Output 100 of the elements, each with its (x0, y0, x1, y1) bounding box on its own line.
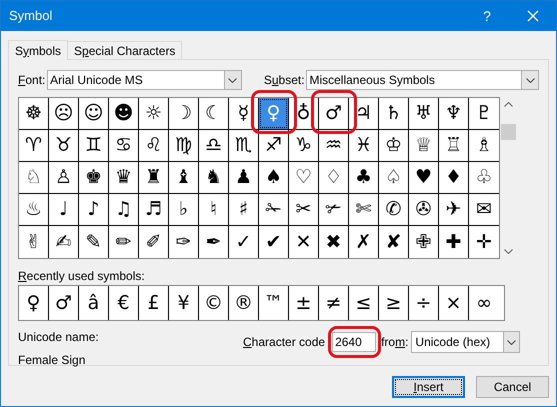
symbol-cell[interactable]: ✄ (349, 194, 378, 225)
symbol-cell[interactable]: ✔ (259, 226, 288, 258)
symbol-cell[interactable]: ✎ (79, 226, 108, 258)
symbol-cell[interactable]: ♃ (349, 98, 378, 129)
symbol-cell[interactable]: ♤ (379, 162, 408, 193)
subset-label: Subset: (264, 72, 306, 89)
symbol-cell[interactable]: ✍ (49, 226, 78, 258)
scroll-up-icon[interactable] (504, 102, 512, 107)
symbol-cell[interactable]: ♎ (199, 130, 228, 161)
font-dropdown[interactable]: Arial Unicode MS (47, 70, 242, 90)
symbol-cell[interactable]: ♌ (139, 130, 168, 161)
symbol-cell[interactable]: ♛ (109, 162, 138, 193)
dialog-button[interactable]: Insert (392, 376, 465, 398)
unicode-name-label: Unicode name: (18, 329, 99, 346)
scroll-down-icon[interactable] (504, 249, 512, 254)
symbol-cell[interactable]: ♭ (169, 194, 198, 225)
symbol-cell[interactable]: ♝ (169, 162, 198, 193)
symbol-cell[interactable]: ♢ (319, 162, 348, 193)
symbol-cell[interactable]: ♘ (19, 162, 48, 193)
symbol-cell[interactable]: ♄ (379, 98, 408, 129)
symbol-cell[interactable]: ♁ (289, 98, 318, 129)
symbol-cell[interactable]: ♪ (79, 194, 108, 225)
symbol-cell[interactable]: ♣ (349, 162, 378, 193)
symbol-cell[interactable]: ♮ (199, 194, 228, 225)
symbol-cell[interactable]: ✏ (109, 226, 138, 258)
symbol-cell[interactable]: ♐ (259, 130, 288, 161)
symbol-cell[interactable]: ✘ (379, 226, 408, 258)
symbol-cell[interactable]: ✖ (319, 226, 348, 258)
symbol-cell[interactable]: ♕ (409, 130, 438, 161)
symbol-cell[interactable]: ♩ (49, 194, 78, 225)
symbol-cell[interactable]: ♓ (349, 130, 378, 161)
symbol-cell[interactable]: ✓ (229, 226, 258, 258)
symbol-cell[interactable]: ♇ (469, 98, 499, 129)
symbol-cell[interactable]: ✆ (379, 194, 408, 225)
symbol-cell[interactable]: ✈ (439, 194, 468, 225)
symbol-cell[interactable]: ♬ (139, 194, 168, 225)
symbol-cell[interactable]: ♚ (79, 162, 108, 193)
symbol-cell[interactable]: ☺ (79, 98, 108, 129)
symbol-cell[interactable]: ♟ (229, 162, 258, 193)
symbol-cell[interactable]: ✌ (19, 226, 48, 258)
symbol-cell[interactable]: ✚ (439, 226, 468, 258)
symbol-cell[interactable]: ♧ (469, 162, 499, 193)
symbol-cell[interactable]: ✁ (259, 194, 288, 225)
symbol-cell[interactable]: ☼ (139, 98, 168, 129)
subset-dropdown[interactable]: Miscellaneous Symbols (306, 70, 539, 90)
symbol-cell[interactable]: ☿ (229, 98, 258, 129)
symbol-cell[interactable]: ✃ (319, 194, 348, 225)
symbol-cell[interactable]: ✉ (469, 194, 499, 225)
symbol-cell[interactable]: ♔ (379, 130, 408, 161)
symbol-cell[interactable]: ♠ (259, 162, 288, 193)
chevron-down-icon (507, 340, 516, 344)
dialog-button[interactable]: Cancel (476, 376, 549, 398)
tab[interactable]: Special Characters (67, 41, 182, 59)
symbol-cell[interactable]: ♅ (409, 98, 438, 129)
chevron-down-icon (228, 78, 238, 82)
symbol-cell[interactable]: ♫ (109, 194, 138, 225)
symbol-cell[interactable]: ♍ (169, 130, 198, 161)
symbol-cell[interactable]: ♖ (439, 130, 468, 161)
symbol-cell[interactable]: ♦ (439, 162, 468, 193)
symbol-cell[interactable]: ✂ (289, 194, 318, 225)
symbol-cell[interactable]: ♥ (409, 162, 438, 193)
symbol-cell[interactable]: ✙ (409, 226, 438, 258)
symbol-cell[interactable]: ♆ (439, 98, 468, 129)
symbol-cell[interactable]: ♜ (139, 162, 168, 193)
symbol-cell[interactable]: ♂ (319, 98, 348, 129)
symbol-cell[interactable]: ✕ (289, 226, 318, 258)
symbol-cell[interactable]: ♯ (229, 194, 258, 225)
character-code-label: Character code (243, 334, 326, 351)
symbol-cell[interactable]: ☸ (19, 98, 48, 129)
symbol-cell[interactable]: ✇ (409, 194, 438, 225)
symbol-cell[interactable]: ♈ (19, 130, 48, 161)
symbol-cell[interactable]: ☻ (109, 98, 138, 129)
recent-symbols-label: Recently used symbols: (18, 268, 145, 282)
symbol-cell[interactable]: ✒ (199, 226, 228, 258)
symbol-cell[interactable]: ♏ (229, 130, 258, 161)
symbol-cell[interactable]: ♡ (289, 162, 318, 193)
symbol-cell[interactable]: ♗ (469, 130, 499, 161)
symbol-cell[interactable]: ✗ (349, 226, 378, 258)
recent-symbol[interactable]: ∞ (469, 286, 499, 320)
symbol-cell[interactable]: ✑ (169, 226, 198, 258)
symbol-cell[interactable]: ☽ (169, 98, 198, 129)
symbol-cell[interactable]: ✛ (469, 226, 499, 258)
scrollbar-thumb[interactable] (500, 124, 516, 140)
symbol-cell[interactable]: ♒ (319, 130, 348, 161)
symbol-cell[interactable]: ♑ (289, 130, 318, 161)
symbol-cell[interactable]: ♉ (49, 130, 78, 161)
help-button[interactable]: ? (464, 1, 510, 31)
window-title: Symbol (9, 7, 54, 26)
symbol-cell[interactable]: ♙ (49, 162, 78, 193)
symbol-cell[interactable]: ☾ (199, 98, 228, 129)
symbol-cell[interactable]: ☹ (49, 98, 78, 129)
character-code-field[interactable]: 2640 (332, 332, 376, 352)
symbol-cell[interactable]: ♊ (79, 130, 108, 161)
from-label: from: (381, 334, 408, 351)
encoding-dropdown[interactable]: Unicode (hex) (411, 331, 520, 353)
symbol-cell[interactable]: ✐ (139, 226, 168, 258)
tab[interactable]: Symbols (8, 40, 68, 60)
symbol-cell[interactable]: ♋ (109, 130, 138, 161)
symbol-cell[interactable]: ♞ (199, 162, 228, 193)
symbol-cell[interactable]: ♨ (19, 194, 48, 225)
